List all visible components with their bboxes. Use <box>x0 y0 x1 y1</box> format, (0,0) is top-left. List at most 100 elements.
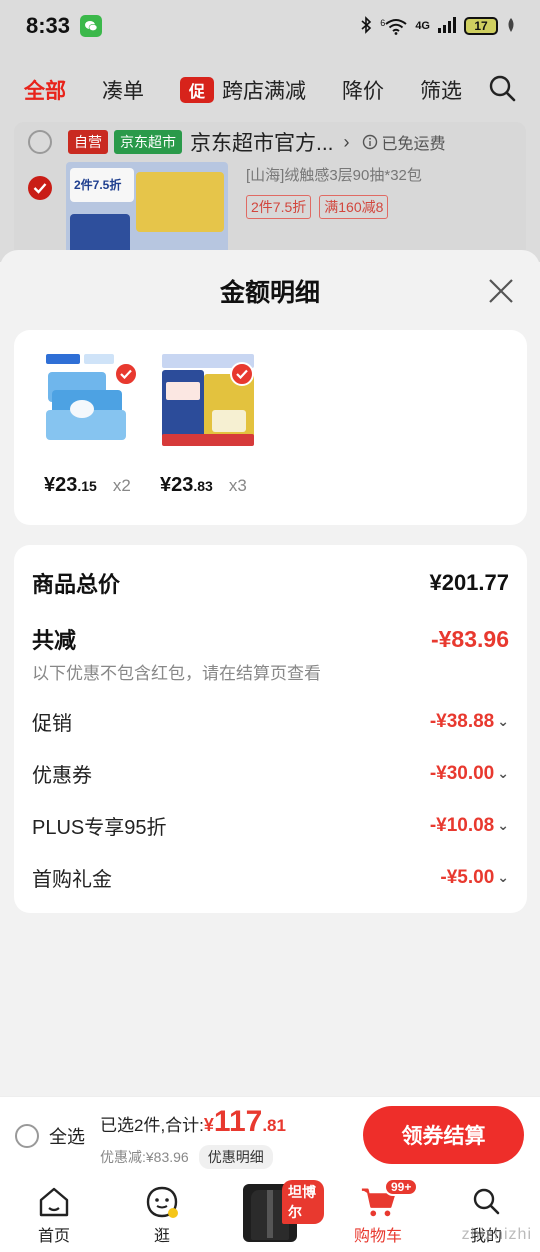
total-integer: 117 <box>213 1105 263 1138</box>
item-info: [山海]绒触感3层90抽*32包 2件7.5折 满160减8 <box>246 162 422 262</box>
nav-home-label: 首页 <box>37 1228 70 1245</box>
good-price: ¥23 .15 x2 <box>44 474 131 497</box>
info-icon <box>362 134 377 150</box>
bottom-nav: 首页 逛 坦博尔 99+ 购物车 我的 zhizhizhi <box>0 1174 540 1252</box>
chevron-down-icon: ⌄ <box>497 869 509 885</box>
checkmark-icon <box>230 362 254 386</box>
tab-all[interactable]: 全部 <box>24 75 66 105</box>
total-summary: 已选2件,合计: ¥ 117 .81 <box>100 1105 286 1139</box>
filter-tabs: 全部 凑单 促 跨店满减 降价 筛选 <box>0 52 540 128</box>
wifi-icon: 6 <box>380 18 407 35</box>
currency-symbol: ¥ <box>203 1115 214 1135</box>
product-image <box>160 352 256 448</box>
cart-count-badge: 99+ <box>384 1178 419 1196</box>
item-thumbnail[interactable]: 2件7.5折 <box>66 162 228 262</box>
status-icons: 6 4G 17 <box>360 15 516 37</box>
checkout-button[interactable]: 领券结算 <box>363 1106 524 1164</box>
explore-icon <box>144 1184 180 1220</box>
tab-bundle[interactable]: 凑单 <box>102 75 144 105</box>
discount-item-plus[interactable]: PLUS专享95折 -¥10.08 ⌄ <box>32 811 509 840</box>
amount-breakdown-card: 商品总价 ¥201.77 共减 -¥83.96 以下优惠不包含红包，请在结算页查… <box>14 545 527 913</box>
supermarket-tag: 京东超市 <box>114 130 182 154</box>
chevron-right-icon[interactable]: › <box>344 132 350 153</box>
search-icon[interactable] <box>488 74 516 107</box>
profile-icon <box>468 1184 504 1220</box>
discount-item-label: 首购礼金 <box>32 869 112 891</box>
bluetooth-icon <box>360 15 372 37</box>
free-shipping-text: 已免运费 <box>381 136 446 153</box>
select-all-checkbox[interactable] <box>15 1124 39 1148</box>
cart-item: 2件7.5折 [山海]绒触感3层90抽*32包 2件7.5折 满160减8 <box>14 162 526 262</box>
item-tag: 满160减8 <box>319 195 389 219</box>
nav-explore-label: 逛 <box>153 1228 170 1245</box>
item-title[interactable]: [山海]绒触感3层90抽*32包 <box>246 164 422 185</box>
discount-item-value[interactable]: -¥5.00 ⌄ <box>440 867 509 889</box>
network-label: 4G <box>415 20 430 32</box>
promo-brand-tag: 坦博尔 <box>282 1180 324 1224</box>
amount-detail-sheet: 金额明细 ¥23 .15 x2 ¥23 .83 x3 商品总价 ¥201.77 … <box>0 250 540 1096</box>
discount-item-value[interactable]: -¥38.88 ⌄ <box>430 711 509 733</box>
tab-filter[interactable]: 筛选 <box>420 75 462 105</box>
good-item[interactable]: ¥23 .83 x3 <box>160 352 270 496</box>
close-icon[interactable] <box>488 278 514 304</box>
wechat-icon <box>80 15 103 37</box>
status-time: 8:33 <box>26 13 71 38</box>
battery-indicator: 17 <box>464 17 498 35</box>
promo-icon: 促 <box>180 77 214 103</box>
sheet-title: 金额明细 <box>219 279 320 307</box>
product-image <box>44 352 140 448</box>
total-discount-row: 共减 -¥83.96 <box>32 623 509 655</box>
tab-price-drop[interactable]: 降价 <box>342 75 384 105</box>
nav-cart[interactable]: 99+ 购物车 <box>324 1174 432 1252</box>
discount-item-value[interactable]: -¥30.00 ⌄ <box>430 763 509 785</box>
quantity: x3 <box>228 476 247 495</box>
tab-cross-store[interactable]: 促 跨店满减 <box>180 75 306 105</box>
checkout-bar: 全选 已选2件,合计: ¥ 117 .81 优惠减:¥83.96 优惠明细 领券… <box>0 1096 540 1174</box>
item-promo-tags: 2件7.5折 满160减8 <box>246 195 422 219</box>
price-integer: ¥23 <box>44 474 78 496</box>
discount-detail-chip[interactable]: 优惠明细 <box>198 1145 273 1169</box>
total-discount-value: -¥83.96 <box>430 625 509 652</box>
nav-explore[interactable]: 逛 <box>108 1174 216 1252</box>
discount-item-value[interactable]: -¥10.08 ⌄ <box>430 815 509 837</box>
cart-background-page: 全部 凑单 促 跨店满减 降价 筛选 自营 京东超市 京东超市官方... › 已… <box>0 52 540 262</box>
price-decimal: .15 <box>77 478 97 494</box>
price-integer: ¥23 <box>160 474 194 496</box>
item-tag: 2件7.5折 <box>246 195 312 219</box>
shop-card: 自营 京东超市 京东超市官方... › 已免运费 2件7.5折 [山海]绒触感3… <box>14 122 526 262</box>
price-decimal: .83 <box>193 478 213 494</box>
good-price: ¥23 .83 x3 <box>160 474 247 497</box>
savings-line: 优惠减:¥83.96 优惠明细 <box>100 1145 273 1169</box>
total-price-label: 商品总价 <box>32 572 121 597</box>
good-item[interactable]: ¥23 .15 x2 <box>44 352 154 496</box>
self-operated-tag: 自营 <box>68 130 108 154</box>
total-decimal: .81 <box>262 1116 286 1135</box>
quantity: x2 <box>112 476 131 495</box>
sheet-header: 金额明细 <box>0 250 540 332</box>
checkmark-icon <box>114 362 138 386</box>
nav-promo[interactable]: 坦博尔 <box>216 1174 324 1252</box>
summary-text: 已选2件,合计: <box>100 1116 204 1135</box>
discount-item-label: PLUS专享95折 <box>32 817 167 839</box>
discount-item-label: 优惠券 <box>32 765 92 787</box>
tab-cross-store-label: 跨店满减 <box>222 80 306 103</box>
nav-cart-label: 购物车 <box>353 1228 402 1245</box>
selected-goods-card: ¥23 .15 x2 ¥23 .83 x3 <box>14 330 527 525</box>
signal-icon <box>438 16 456 36</box>
total-price-row: 商品总价 ¥201.77 <box>32 567 509 599</box>
chevron-down-icon: ⌄ <box>497 765 509 781</box>
chevron-down-icon: ⌄ <box>497 713 509 729</box>
discount-item-coupon[interactable]: 优惠券 -¥30.00 ⌄ <box>32 759 509 788</box>
thumb-badge: 2件7.5折 <box>74 178 122 192</box>
discount-item-label: 促销 <box>32 713 72 735</box>
shop-name[interactable]: 京东超市官方... <box>190 127 334 157</box>
home-icon <box>36 1184 72 1220</box>
item-checkbox-checked[interactable] <box>28 176 52 200</box>
total-price-value: ¥201.77 <box>429 570 509 595</box>
discount-item-promotion[interactable]: 促销 -¥38.88 ⌄ <box>32 707 509 736</box>
discount-item-first-purchase[interactable]: 首购礼金 -¥5.00 ⌄ <box>32 863 509 892</box>
nav-home[interactable]: 首页 <box>0 1174 108 1252</box>
shop-select-checkbox[interactable] <box>28 130 52 154</box>
chevron-down-icon: ⌄ <box>497 817 509 833</box>
select-all-toggle[interactable]: 全选 <box>15 1123 85 1149</box>
